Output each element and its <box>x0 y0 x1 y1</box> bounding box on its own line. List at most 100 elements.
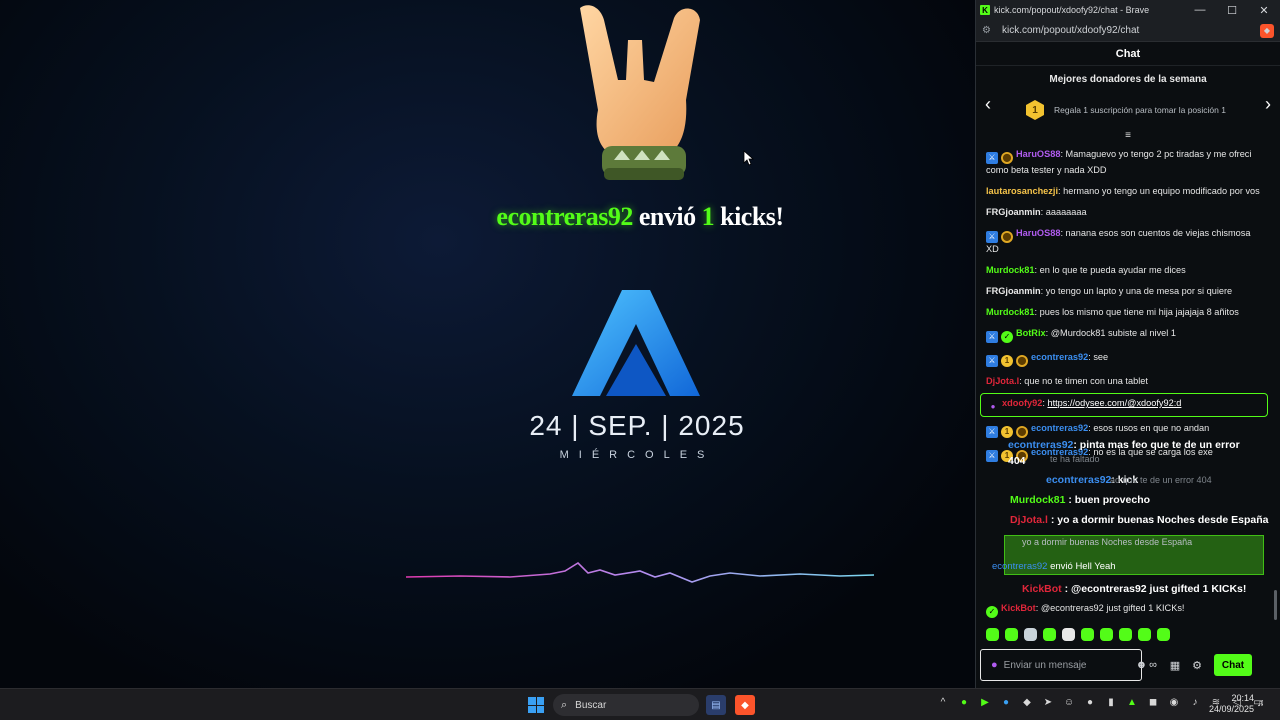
chat-username[interactable]: Murdock81 <box>986 265 1035 275</box>
stream-date: 24 | SEP. | 2025 <box>529 410 745 441</box>
send-chat-button[interactable]: Chat <box>1214 654 1252 676</box>
emote-icon[interactable] <box>1043 628 1056 641</box>
emote-icon[interactable] <box>1119 628 1132 641</box>
chat-username[interactable]: BotRix <box>1016 328 1046 338</box>
emote-icon[interactable] <box>1157 628 1170 641</box>
tray-app-icon[interactable]: ◉ <box>1167 697 1181 708</box>
tray-play-icon[interactable]: ▶ <box>978 697 992 708</box>
chat-username[interactable]: lautarosanchezji <box>986 186 1058 196</box>
tray-app-icon[interactable]: ▲ <box>1125 697 1139 708</box>
chat-message-text: en lo que te pueda ayudar me dices <box>1039 265 1186 275</box>
maximize-button[interactable]: ☐ <box>1216 4 1248 17</box>
overlay-chat-line: KickBot : @econtreras92 just gifted 1 KI… <box>1022 583 1246 595</box>
chat-username[interactable]: DjJota.l <box>986 376 1019 386</box>
coin-badge-icon: ⬤ <box>1016 355 1028 367</box>
tray-app-icon[interactable]: ◼ <box>1146 697 1160 708</box>
kick-alert: econtreras92 envió 1 kicks! <box>440 202 840 232</box>
overlay-text: : @econtreras92 just gifted 1 KICKs! <box>1061 583 1247 595</box>
app-tile-icon[interactable]: ▤ <box>706 695 726 715</box>
moderator-badge-icon: ⚔ <box>986 355 998 367</box>
chat-message[interactable]: ⚔ ✓ BotRix: @Murdock81 subiste al nivel 1 <box>976 323 1272 347</box>
tray-app-icon[interactable]: ◆ <box>1020 697 1034 708</box>
chat-username[interactable]: HaruOS88 <box>1016 228 1060 238</box>
window-titlebar[interactable]: K kick.com/popout/xdoofy92/chat - Brave … <box>976 0 1280 20</box>
chat-message-text: esos rusos en que no andan <box>1093 423 1210 433</box>
tray-app-icon[interactable]: ▮ <box>1104 697 1118 708</box>
chat-message[interactable]: Murdock81: pues los mismo que tiene mi h… <box>976 302 1272 323</box>
chat-username[interactable]: econtreras92 <box>1031 423 1088 433</box>
chat-message[interactable]: ⚔ ⬤ HaruOS88: nanana esos son cuentos de v… <box>976 223 1272 260</box>
chat-header: Chat <box>976 42 1280 66</box>
close-button[interactable]: ✕ <box>1248 4 1280 17</box>
stream-weekday: MIÉRCOLES <box>559 449 715 461</box>
tray-mic-icon[interactable]: ♪ <box>1188 697 1202 708</box>
rock-hand-icon <box>580 5 700 180</box>
alert-username: econtreras92 <box>496 202 633 231</box>
pinned-toggle-icon[interactable]: ≡ <box>976 130 1280 144</box>
taskbar-search[interactable]: ⌕ Buscar <box>553 694 699 716</box>
emote-icon[interactable] <box>1024 628 1037 641</box>
microphone-badge-icon: ● <box>990 402 996 411</box>
tray-send-icon[interactable]: ➤ <box>1041 697 1055 708</box>
minimize-button[interactable]: — <box>1184 4 1216 16</box>
chat-link[interactable]: https://odysee.com/@xdoofy92:d <box>1047 398 1181 408</box>
chat-message-last[interactable]: ✓ KickBot: @econtreras92 just gifted 1 KI… <box>986 603 1184 618</box>
chat-message[interactable]: FRGjoanmin: yo tengo un lapto y una de m… <box>976 281 1272 302</box>
chat-username[interactable]: KickBot <box>1001 603 1036 613</box>
emote-icon[interactable] <box>1062 628 1075 641</box>
chat-message-text: yo tengo un lapto y una de mesa por si q… <box>1045 286 1233 296</box>
chevron-up-icon[interactable]: ^ <box>936 697 950 708</box>
settings-gear-icon[interactable]: ⚙ <box>1186 659 1208 672</box>
chat-input-box[interactable]: ● ☻ <box>980 649 1147 681</box>
emote-icon[interactable] <box>1100 628 1113 641</box>
coin-badge-icon: ⬤ <box>1001 231 1013 243</box>
chat-message[interactable]: Murdock81: en lo que te pueda ayudar me … <box>976 260 1272 281</box>
chevron-right-icon[interactable]: › <box>1258 94 1278 115</box>
overlay-text: : buen provecho <box>1065 494 1151 506</box>
chat-message-input[interactable] <box>1003 659 1136 671</box>
chat-username[interactable]: FRGjoanmin <box>986 207 1041 217</box>
chat-username[interactable]: xdoofy92 <box>1002 398 1042 408</box>
tray-discord-icon[interactable]: ☺ <box>1062 697 1076 708</box>
address-bar[interactable]: ⚙ kick.com/popout/xdoofy92/chat ◆ <box>976 20 1280 42</box>
kicks-icon[interactable]: ∞ <box>1142 659 1164 671</box>
brave-browser-icon[interactable]: ◆ <box>735 695 755 715</box>
chat-message[interactable]: DjJota.l: que no te timen con una tablet <box>976 371 1272 392</box>
notification-bell-icon[interactable]: ♫ <box>1257 698 1265 709</box>
clock-date: 24/09/2025 <box>1208 704 1254 714</box>
store-icon[interactable]: ▦ <box>1164 659 1186 672</box>
chat-message[interactable]: lautarosanchezji: hermano yo tengo un eq… <box>976 181 1272 202</box>
emote-icon[interactable] <box>986 628 999 641</box>
gift-message: econtreras92 envió Hell Yeah <box>992 561 1116 572</box>
chat-username[interactable]: Murdock81 <box>986 307 1035 317</box>
chat-message[interactable]: ● xdoofy92: https://odysee.com/@xdoofy92:… <box>980 393 1268 417</box>
microphone-icon[interactable]: ● <box>991 659 998 671</box>
chevron-left-icon[interactable]: ‹ <box>978 94 998 115</box>
overlay-username: DjJota.l <box>1010 514 1048 526</box>
emote-icon[interactable] <box>1081 628 1094 641</box>
windows-start-icon[interactable] <box>528 697 544 713</box>
chat-message[interactable]: FRGjoanmin: aaaaaaaa <box>976 202 1272 223</box>
emote-icon[interactable] <box>1005 628 1018 641</box>
bot-badge-icon: ✓ <box>986 606 998 618</box>
overlay-chat-line: Murdock81 : buen provecho <box>1010 494 1150 506</box>
tray-app-icon[interactable]: ● <box>1083 697 1097 708</box>
mouse-cursor-icon <box>743 150 755 166</box>
brave-shield-icon[interactable]: ◆ <box>1260 23 1274 38</box>
taskbar-clock[interactable]: 20:14 24/09/2025 <box>1206 693 1254 715</box>
moderator-badge-icon: ⚔ <box>986 426 998 438</box>
chat-scrollbar[interactable] <box>1274 590 1277 620</box>
chat-message[interactable]: ⚔ 1 ⬤ econtreras92: see <box>976 347 1272 371</box>
tray-app-icon[interactable]: ● <box>999 697 1013 708</box>
chat-message[interactable]: ⚔ ⬤ HaruOS88: Mamaguevo yo tengo 2 pc tira… <box>976 144 1272 181</box>
chat-username[interactable]: HaruOS88 <box>1016 149 1060 159</box>
chat-username[interactable]: FRGjoanmin <box>986 286 1041 296</box>
faded-chat-line: yo a dormir buenas Noches desde España <box>1022 537 1193 547</box>
chat-input-row: ● ☻ ∞ ▦ ⚙ Chat <box>976 648 1280 682</box>
site-settings-icon[interactable]: ⚙ <box>982 25 996 36</box>
emote-icon[interactable] <box>1138 628 1151 641</box>
url-text[interactable]: kick.com/popout/xdoofy92/chat <box>996 25 1260 36</box>
chat-username[interactable]: econtreras92 <box>1031 352 1088 362</box>
tray-app-icon[interactable]: ● <box>957 697 971 708</box>
stream-video[interactable]: econtreras92 envió 1 kicks! 24 | SEP. | … <box>0 0 975 688</box>
